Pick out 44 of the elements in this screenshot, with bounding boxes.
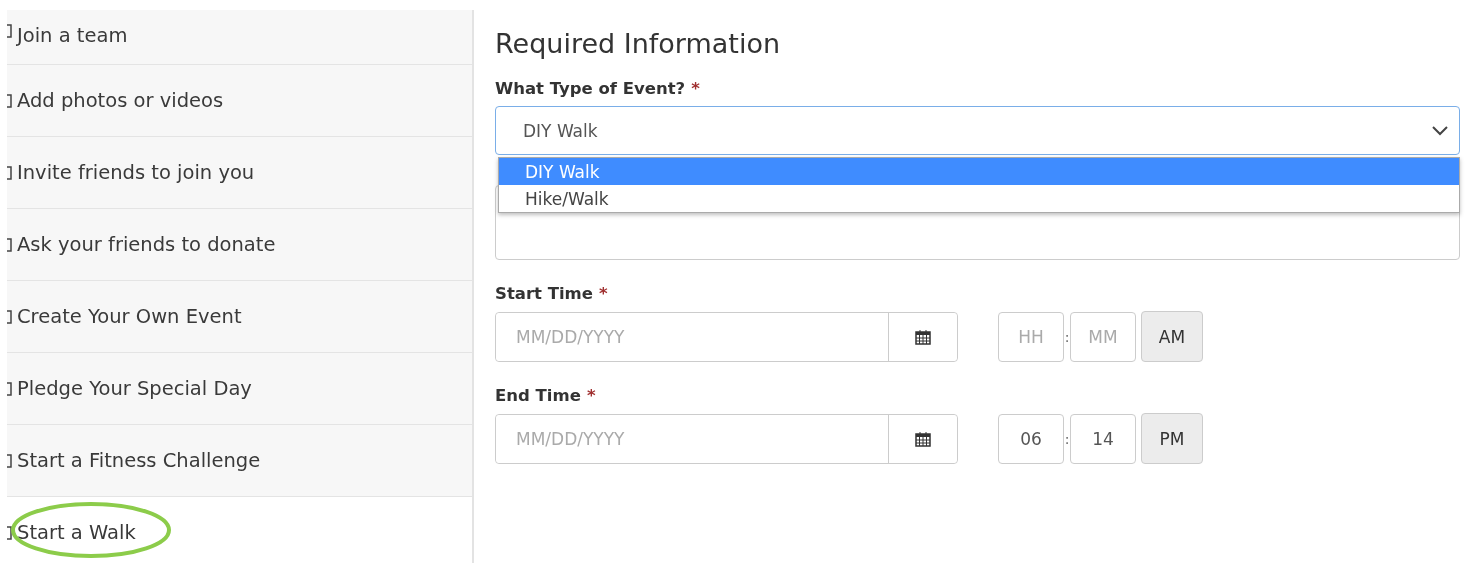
- field-label: What Type of Event?: [495, 79, 686, 98]
- checkbox-icon: [7, 165, 12, 180]
- required-mark: *: [691, 79, 700, 98]
- sidebar-item[interactable]: Join a team: [7, 10, 472, 65]
- dropdown-option[interactable]: Hike/Walk: [499, 185, 1459, 212]
- sidebar-item[interactable]: Create Your Own Event: [7, 281, 472, 353]
- calendar-icon: [915, 328, 931, 345]
- checkbox-icon: [7, 237, 12, 252]
- event-type-select[interactable]: DIY Walk: [495, 106, 1460, 155]
- am-pm-button[interactable]: AM: [1141, 311, 1203, 362]
- sidebar-item[interactable]: Pledge Your Special Day: [7, 353, 472, 425]
- time-separator: :: [1064, 328, 1070, 345]
- date-field[interactable]: MM/DD/YYYY: [495, 413, 958, 464]
- calendar-icon: [915, 430, 931, 447]
- hour-field[interactable]: HH: [998, 311, 1064, 362]
- checkbox-icon: [7, 93, 12, 108]
- field-label: Start Time: [495, 284, 593, 303]
- minute-field[interactable]: MM: [1070, 311, 1136, 362]
- checkbox-icon: [7, 525, 12, 540]
- date-field[interactable]: MM/DD/YYYY: [495, 311, 958, 362]
- sidebar-link[interactable]: Invite friends to join you: [17, 161, 255, 184]
- sidebar-item[interactable]: Ask your friends to donate: [7, 209, 472, 281]
- am-pm-button[interactable]: PM: [1141, 413, 1203, 464]
- time-separator: :: [1064, 430, 1070, 447]
- sidebar-item[interactable]: Add photos or videos: [7, 65, 472, 137]
- required-mark: *: [598, 284, 608, 303]
- field-label: End Time: [495, 386, 581, 405]
- checkbox-icon: [7, 453, 12, 468]
- checkbox-icon: [7, 381, 12, 396]
- checkbox-icon: [7, 24, 12, 38]
- sidebar-link[interactable]: Join a team: [17, 24, 128, 47]
- chevron-down-icon: [1431, 124, 1449, 137]
- sidebar-link[interactable]: Ask your friends to donate: [17, 233, 276, 256]
- minute-field[interactable]: 14: [1070, 413, 1136, 464]
- section-title: Required Information: [495, 28, 782, 59]
- sidebar-link[interactable]: Pledge Your Special Day: [17, 377, 252, 400]
- sidebar-link[interactable]: Create Your Own Event: [17, 305, 242, 328]
- sidebar-item[interactable]: Invite friends to join you: [7, 137, 472, 209]
- checkbox-icon: [7, 309, 12, 324]
- hour-field[interactable]: 06: [998, 413, 1064, 464]
- sidebar-link[interactable]: Start a Fitness Challenge: [17, 449, 261, 472]
- sidebar-item[interactable]: Start a Fitness Challenge: [7, 425, 472, 497]
- sidebar-link[interactable]: Add photos or videos: [17, 89, 224, 112]
- required-mark: *: [586, 386, 596, 405]
